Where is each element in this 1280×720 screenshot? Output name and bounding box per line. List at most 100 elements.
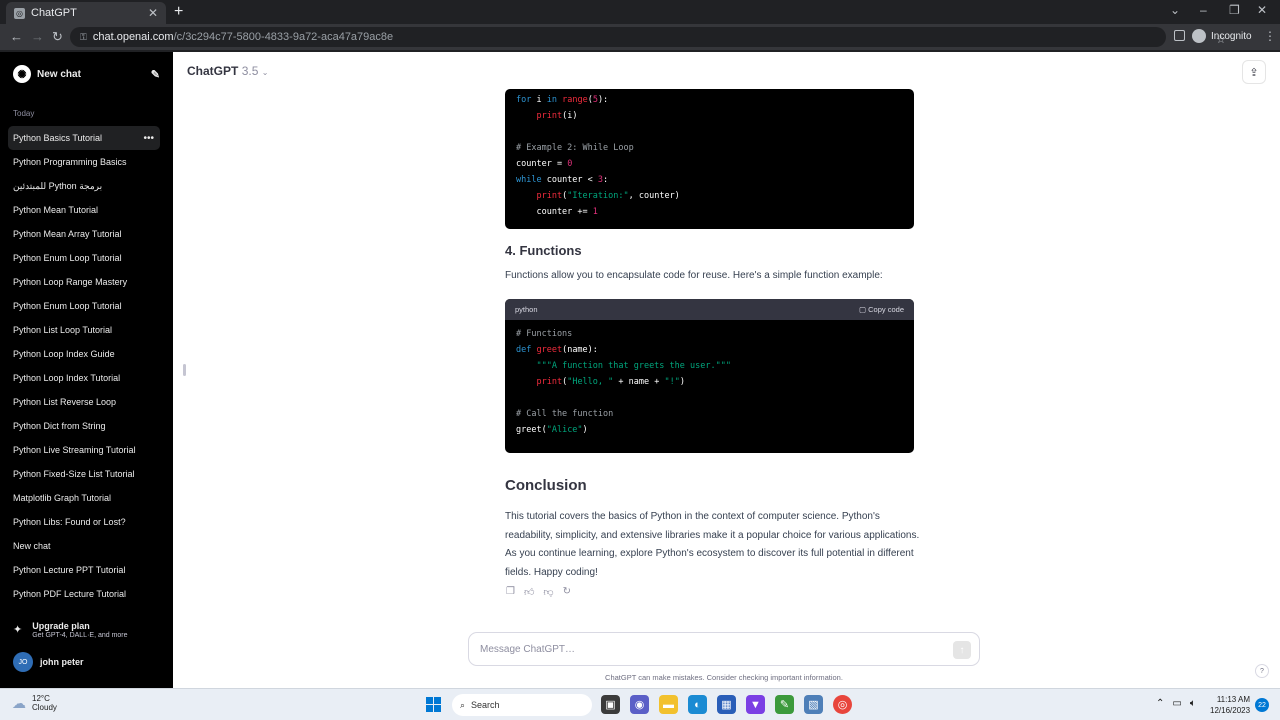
message-input[interactable]: Message ChatGPT… ↑ (468, 632, 980, 666)
user-menu-button[interactable]: JO john peter (13, 652, 84, 672)
incognito-badge[interactable]: Incognito (1192, 29, 1252, 43)
message-placeholder: Message ChatGPT… (480, 643, 576, 655)
volume-icon[interactable]: 🔈︎ (1190, 698, 1196, 709)
history-item[interactable]: Python Fixed-Size List Tutorial (8, 462, 160, 486)
help-icon[interactable]: ? (1255, 664, 1269, 678)
edit-icon[interactable]: ✎ (151, 68, 160, 81)
code-content: for i in range(5): print(i) # Example 2:… (516, 95, 680, 217)
new-chat-button[interactable]: ✺ New chat ✎ (8, 62, 160, 86)
url-input[interactable]: ⚿ chat.openai.com /c/3c294c77-5800-4833-… (70, 27, 1226, 47)
history-item-label: Python Enum Loop Tutorial (13, 301, 122, 311)
section-heading: 4. Functions (505, 243, 582, 258)
reload-icon[interactable]: ↻ (52, 29, 63, 45)
chat-history-list: Python Basics Tutorial ••• Python Program… (8, 126, 160, 606)
date: 12/16/2023 (1210, 706, 1251, 715)
disclaimer: ChatGPT can make mistakes. Consider chec… (605, 673, 843, 682)
weather-widget[interactable]: ☁ 12°C Cloudy (12, 694, 57, 712)
thumbs-down-icon[interactable]: 👎︎ (543, 586, 553, 598)
more-options-icon[interactable]: ••• (143, 133, 154, 144)
teams-chat-icon[interactable]: ◉ (630, 695, 649, 714)
clock[interactable]: 11:13 AM 12/16/2023 (1210, 694, 1250, 716)
history-item[interactable]: Python Loop Index Tutorial (8, 366, 160, 390)
search-label: Search (471, 700, 500, 710)
history-item[interactable]: Python Basics Tutorial ••• (8, 126, 160, 150)
model-name: ChatGPT (187, 64, 239, 78)
notification-badge[interactable]: 22 (1255, 698, 1269, 712)
history-item-label: Matplotlib Graph Tutorial (13, 493, 112, 503)
notepad-icon[interactable]: ✎ (775, 695, 794, 714)
history-item[interactable]: Python Lecture PPT Tutorial (8, 558, 160, 582)
history-item[interactable]: Python Loop Index Guide (8, 342, 160, 366)
task-view-icon[interactable]: ▣ (601, 695, 620, 714)
history-item[interactable]: Python Enum Loop Tutorial (8, 246, 160, 270)
share-icon[interactable]: ⇪ (1242, 60, 1266, 84)
app-icon[interactable]: ▼ (746, 695, 765, 714)
chat-main: ChatGPT 3.5 ⌄ ⇪ for i in range(5): print… (173, 52, 1280, 688)
browser-tab[interactable]: ◎ ChatGPT ✕ (6, 2, 166, 24)
side-panel-icon[interactable] (1174, 30, 1185, 41)
history-item-label: Python Live Streaming Tutorial (13, 445, 136, 455)
code-language: python (515, 305, 538, 314)
model-selector[interactable]: ChatGPT 3.5 ⌄ (187, 64, 268, 78)
history-item-label: Python Loop Range Mastery (13, 277, 128, 287)
windows-start-icon[interactable] (426, 697, 441, 712)
secure-lock-icon[interactable]: ⚿ (80, 32, 87, 43)
close-tab-icon[interactable]: ✕ (148, 6, 158, 20)
history-item[interactable]: Python List Reverse Loop (8, 390, 160, 414)
history-item[interactable]: Python Enum Loop Tutorial (8, 294, 160, 318)
cloud-icon: ☁ (12, 694, 26, 711)
photos-icon[interactable]: ▧ (804, 695, 823, 714)
paragraph: This tutorial covers the basics of Pytho… (505, 511, 920, 578)
store-icon[interactable]: ▦ (717, 695, 736, 714)
tab-search-icon[interactable]: ⌄ (1170, 3, 1180, 17)
restore-icon[interactable]: ❐ (1229, 3, 1240, 17)
sparkle-icon: ✦ (13, 624, 23, 636)
history-item[interactable]: Python List Loop Tutorial (8, 318, 160, 342)
history-item[interactable]: Python Libs: Found or Lost? (8, 510, 160, 534)
sidebar-toggle-handle[interactable] (183, 364, 186, 376)
system-tray: ⌃ ▭ 🔈︎ (1156, 698, 1196, 709)
search-icon: ⌕ (460, 699, 466, 710)
taskbar-apps: ▣ ◉ ▬ ◐ ▦ ▼ ✎ ▧ ◎ (601, 695, 852, 714)
temperature: 12°C (32, 694, 50, 703)
send-button[interactable]: ↑ (953, 641, 971, 659)
copy-code-button[interactable]: ▢ Copy code (859, 305, 904, 314)
new-tab-button[interactable]: + (174, 3, 183, 21)
edge-icon[interactable]: ◐ (688, 695, 707, 714)
upgrade-plan-button[interactable]: ✦ Upgrade plan Get GPT-4, DALL·E, and mo… (13, 621, 128, 639)
regenerate-icon[interactable]: ↻ (563, 586, 571, 598)
new-chat-label: New chat (37, 68, 81, 80)
incognito-icon (1192, 29, 1206, 43)
history-item[interactable]: Python Mean Array Tutorial (8, 222, 160, 246)
copy-code-label: Copy code (868, 305, 904, 314)
history-item[interactable]: Python Programming Basics (8, 150, 160, 174)
section-heading: Conclusion (505, 477, 587, 494)
back-icon[interactable]: ← (10, 29, 23, 44)
browser-menu-icon[interactable]: ⋮ (1264, 29, 1276, 43)
message-actions: ❐ 👍︎ 👎︎ ↻ (506, 586, 571, 598)
close-window-icon[interactable]: ✕ (1257, 3, 1267, 17)
code-header: python ▢ Copy code (505, 299, 914, 320)
chevron-up-icon[interactable]: ⌃ (1156, 698, 1164, 709)
history-item[interactable]: Python Dict from String (8, 414, 160, 438)
history-item[interactable]: New chat (8, 534, 160, 558)
history-item[interactable]: Matplotlib Graph Tutorial (8, 486, 160, 510)
history-item[interactable]: Python Mean Tutorial (8, 198, 160, 222)
taskbar-search[interactable]: ⌕ Search (452, 694, 592, 716)
sidebar: ✺ New chat ✎ Today Python Basics Tutoria… (0, 52, 173, 688)
minimize-icon[interactable]: – (1200, 3, 1207, 17)
thumbs-up-icon[interactable]: 👍︎ (524, 586, 534, 598)
network-icon[interactable]: ▭ (1172, 698, 1181, 709)
history-section-label: Today (13, 109, 35, 118)
history-item[interactable]: Python Live Streaming Tutorial (8, 438, 160, 462)
history-item-label: Python Loop Index Guide (13, 349, 115, 359)
history-item[interactable]: Python Loop Range Mastery (8, 270, 160, 294)
chrome-icon[interactable]: ◎ (833, 695, 852, 714)
file-explorer-icon[interactable]: ▬ (659, 695, 678, 714)
history-item-label: Python Dict from String (13, 421, 106, 431)
history-item[interactable]: برمجة Python للمبتدئين (8, 174, 160, 198)
forward-icon[interactable]: → (31, 29, 44, 44)
history-item[interactable]: Python PDF Lecture Tutorial (8, 582, 160, 606)
copy-icon[interactable]: ❐ (506, 586, 515, 598)
history-item-label: Python Mean Tutorial (13, 205, 99, 215)
